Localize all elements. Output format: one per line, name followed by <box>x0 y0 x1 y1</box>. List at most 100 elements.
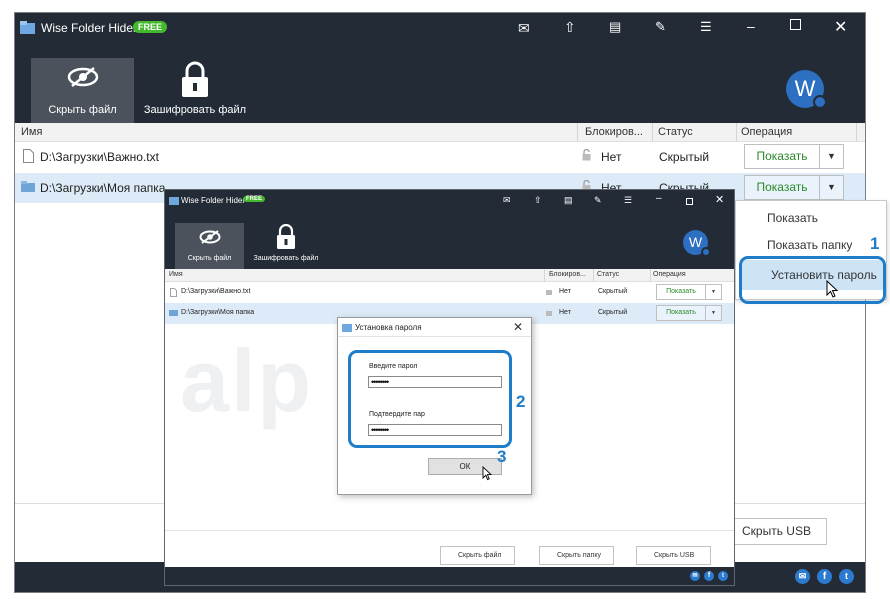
show-button[interactable]: Показать <box>744 144 820 169</box>
chevron-down-icon[interactable]: ▼ <box>820 175 844 200</box>
upgrade-icon[interactable]: ⇧ <box>564 19 576 36</box>
table-header: Имя Блокиров... Статус Операция <box>15 123 865 142</box>
encrypt-file-button[interactable]: Зашифровать файл <box>249 223 323 269</box>
dialog-title-bar: Установка пароля ✕ <box>338 318 531 337</box>
hide-usb-label: Скрыть USB <box>742 524 811 538</box>
menu-icon[interactable]: ☰ <box>700 19 712 35</box>
table-row[interactable]: D:\Загрузки\Важно.txt Нет Скрытый Показа… <box>165 282 734 303</box>
col-name[interactable]: Имя <box>21 126 42 138</box>
minimize-icon[interactable]: – <box>747 18 755 34</box>
col-lock[interactable]: Блокиров... <box>585 126 643 138</box>
row-name: D:\Загрузки\Моя папка <box>40 181 166 195</box>
col-name[interactable]: Имя <box>169 271 183 278</box>
row-lock: Нет <box>559 309 571 316</box>
minimize-icon[interactable]: – <box>656 193 662 204</box>
eye-hidden-icon <box>199 230 221 244</box>
col-operation[interactable]: Операция <box>741 126 792 138</box>
title-bar: Wise Folder Hider FREE ✉ ⇧ ▤ ✎ ☰ – ✕ <box>15 13 865 44</box>
menu-icon[interactable]: ☰ <box>624 195 632 206</box>
close-icon[interactable]: ✕ <box>834 17 847 37</box>
table-row[interactable]: D:\Загрузки\Важно.txt Нет Скрытый Показа… <box>15 142 865 173</box>
folder-icon <box>169 310 178 316</box>
row-status: Скрытый <box>598 288 628 295</box>
chevron-down-icon[interactable]: ▼ <box>706 284 722 300</box>
close-icon[interactable]: ✕ <box>715 193 724 206</box>
encrypt-file-button[interactable]: Зашифровать файл <box>141 58 249 123</box>
hide-folder-label: Скрыть папку <box>557 552 601 559</box>
hide-file-bottom-button[interactable]: Скрыть файл <box>440 546 515 565</box>
app-title: Wise Folder Hider <box>41 21 138 35</box>
show-button[interactable]: Показать <box>744 175 820 200</box>
unlocked-icon <box>546 290 552 295</box>
settings-wrench-icon[interactable]: ✎ <box>594 195 602 206</box>
hide-file-button[interactable]: Скрыть файл <box>175 223 244 269</box>
lock-icon <box>182 61 208 97</box>
hide-folder-button[interactable]: Скрыть папку <box>539 546 614 565</box>
mouse-cursor-icon <box>826 280 839 298</box>
row-lock: Нет <box>601 150 622 164</box>
highlight-password-fields <box>348 350 512 448</box>
mail-icon[interactable]: ✉ <box>503 195 511 206</box>
maximize-icon[interactable] <box>790 19 801 30</box>
col-divider <box>650 269 651 282</box>
row-name: D:\Загрузки\Моя папка <box>181 309 255 316</box>
col-divider <box>593 269 594 282</box>
hide-usb-button[interactable]: Скрыть USB <box>636 546 711 565</box>
step-number-3: 3 <box>497 447 507 466</box>
hide-usb-label: Скрыть USB <box>654 552 695 559</box>
app-logo-icon <box>20 21 35 34</box>
free-badge: FREE <box>133 21 168 33</box>
mail-icon[interactable]: ✉ <box>518 20 530 37</box>
file-icon <box>23 149 34 163</box>
col-lock[interactable]: Блокиров... <box>549 271 586 278</box>
divider <box>165 530 734 531</box>
twitter-icon[interactable]: t <box>839 569 854 584</box>
maximize-icon[interactable] <box>686 198 693 205</box>
col-divider <box>736 123 737 142</box>
row-name: D:\Загрузки\Важно.txt <box>40 150 159 164</box>
col-operation[interactable]: Операция <box>653 271 686 278</box>
row-name: D:\Загрузки\Важно.txt <box>181 288 251 295</box>
hide-file-button[interactable]: Скрыть файл <box>31 58 134 123</box>
avatar-status-dot <box>813 95 827 109</box>
facebook-icon[interactable]: f <box>704 571 714 581</box>
chevron-down-icon[interactable]: ▼ <box>820 144 844 169</box>
free-badge: FREE <box>243 196 266 202</box>
show-button[interactable]: Показать <box>656 284 706 300</box>
inner-toolbar: Скрыть файл Зашифровать файл W <box>165 213 734 269</box>
col-divider <box>652 123 653 142</box>
twitter-icon[interactable]: t <box>718 571 728 581</box>
feedback-icon[interactable]: ▤ <box>564 195 573 206</box>
upgrade-icon[interactable]: ⇧ <box>534 195 542 206</box>
highlight-set-password <box>739 256 886 304</box>
col-divider <box>577 123 578 142</box>
inner-title-bar: Wise Folder Hider FREE ✉ ⇧ ▤ ✎ ☰ – ✕ <box>165 190 734 213</box>
unlocked-icon <box>582 149 591 161</box>
facebook-icon[interactable]: f <box>817 569 832 584</box>
hide-file-label: Скрыть файл <box>48 104 117 116</box>
mouse-cursor-icon <box>482 466 493 481</box>
menu-item-show[interactable]: Показать <box>736 211 886 225</box>
avatar[interactable]: W <box>683 230 711 257</box>
feedback-icon[interactable]: ▤ <box>609 19 621 35</box>
menu-item-show-folder[interactable]: Показать папку <box>736 238 886 252</box>
inner-app-title: Wise Folder Hider <box>181 196 246 205</box>
mail-icon[interactable]: ✉ <box>795 569 810 584</box>
row-lock: Нет <box>559 288 571 295</box>
file-icon <box>170 288 177 297</box>
avatar[interactable]: W <box>786 70 827 109</box>
chevron-down-icon[interactable]: ▼ <box>706 305 722 321</box>
col-status[interactable]: Статус <box>597 271 619 278</box>
show-button[interactable]: Показать <box>656 305 706 321</box>
avatar-status-dot <box>701 247 711 257</box>
folder-icon <box>21 181 35 192</box>
avatar-letter: W <box>688 234 703 250</box>
settings-wrench-icon[interactable]: ✎ <box>655 19 666 35</box>
mail-icon[interactable]: ✉ <box>690 571 700 581</box>
table-header: Имя Блокиров... Статус Операция <box>165 269 734 282</box>
encrypt-file-label: Зашифровать файл <box>143 104 247 116</box>
dialog-close-icon[interactable]: ✕ <box>513 320 523 334</box>
hide-file-label: Скрыть файл <box>187 255 232 262</box>
row-status: Скрытый <box>598 309 628 316</box>
col-status[interactable]: Статус <box>658 126 693 138</box>
